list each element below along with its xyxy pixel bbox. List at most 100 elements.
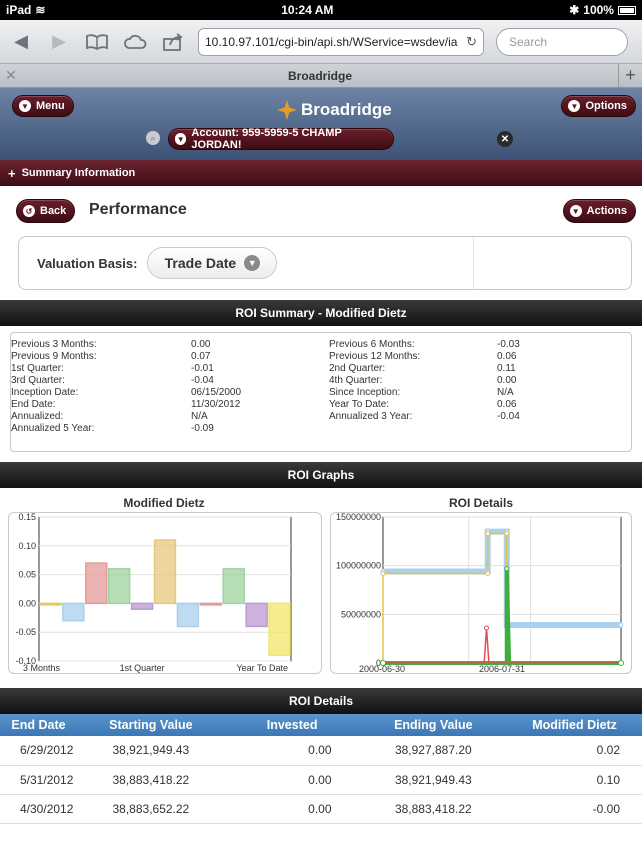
url-text: 10.10.97.101/cgi-bin/api.sh/WService=wsd… (205, 34, 458, 49)
roi-summary-panel: Previous 3 Months: 0.00 Previous 9 Months:… (10, 332, 632, 452)
table-cell: 38,883,652.22 (77, 794, 225, 824)
column-header[interactable]: Starting Value (77, 714, 225, 736)
clear-account-icon[interactable]: ✕ (497, 131, 513, 147)
share-icon[interactable] (160, 30, 186, 54)
status-bar: iPad ≋ 10:24 AM ✱ 100% (0, 0, 642, 20)
y-tick-label: 0.15 (18, 513, 36, 522)
roi-value: 0.06 (497, 351, 517, 362)
roi-summary-header: ROI Summary - Modified Dietz (0, 300, 642, 326)
bar (62, 602, 85, 622)
table-header-row: End Date Starting Value Invested Ending Val… (0, 714, 642, 736)
search-placeholder: Search (509, 34, 548, 49)
bar (107, 568, 131, 605)
cloud-icon[interactable] (122, 30, 148, 54)
actions-button[interactable]: ▼ Actions (562, 199, 636, 223)
forward-arrow-icon[interactable]: ▶ (46, 30, 72, 54)
y-tick-label: 100000000 (336, 561, 381, 571)
column-header[interactable]: Invested (224, 714, 360, 736)
account-label: Account: 959-5959-5 CHAMP JORDAN! (191, 127, 342, 151)
roi-details-svg: 1500000001000000005000000002000-06-30 200… (336, 512, 624, 674)
reload-icon[interactable]: ↻ (466, 34, 477, 50)
roi-value: N/A (191, 411, 208, 422)
summary-information-toggle[interactable]: + Summary Information (0, 160, 642, 186)
valuation-value: Trade Date (164, 255, 237, 271)
roi-value: N/A (497, 387, 514, 398)
roi-label: 3rd Quarter: (11, 375, 65, 386)
address-bar[interactable]: 10.10.97.101/cgi-bin/api.sh/WService=wsd… (198, 27, 484, 56)
column-header[interactable]: End Date (0, 714, 78, 736)
y-tick-label: 150000000 (336, 513, 381, 522)
roi-graphs-header: ROI Graphs (0, 462, 642, 488)
chevron-down-icon: ▼ (175, 133, 187, 145)
roi-value: 0.06 (497, 399, 517, 410)
roi-label: Previous 12 Months: (329, 351, 421, 362)
roi-label: 2nd Quarter: (329, 363, 386, 374)
search-icon[interactable]: ⌕ (146, 131, 160, 145)
roi-value: -0.04 (191, 375, 214, 386)
table-cell: 4/30/2012 (0, 794, 78, 824)
menu-label: Menu (36, 100, 65, 112)
roi-label: Annualized 3 Year: (329, 411, 413, 422)
roi-label: Annualized 5 Year: (11, 423, 95, 434)
search-input[interactable]: Search (496, 27, 628, 56)
table-row[interactable]: 5/31/2012 38,883,418.22 0.00 38,921,949.43 0… (0, 765, 642, 795)
wifi-icon: ≋ (35, 3, 46, 17)
data-point (485, 570, 491, 576)
options-button[interactable]: ▼ Options (561, 95, 636, 117)
bar (153, 539, 177, 605)
roi-value: 0.00 (191, 339, 211, 350)
page-header: ↺ Back Performance ▼ Actions (0, 186, 642, 232)
y-tick-label: 0.10 (18, 541, 36, 551)
account-selector[interactable]: ▼ Account: 959-5959-5 CHAMP JORDAN! (168, 127, 394, 151)
table-cell: 38,927,887.20 (359, 736, 508, 766)
new-tab-icon[interactable]: + (618, 63, 642, 88)
bar (39, 602, 62, 606)
browser-toolbar: ◀ ▶ 10.10.97.101/cgi-bin/api.sh/WService… (0, 20, 642, 64)
table-cell: 6/29/2012 (0, 736, 78, 766)
table-cell: 0.02 (507, 736, 642, 766)
roi-value: 0.00 (497, 375, 517, 386)
table-row[interactable]: 4/30/2012 38,883,652.22 0.00 38,883,418.22-… (0, 794, 642, 824)
roi-label: Previous 6 Months: (329, 339, 415, 350)
bar (176, 602, 200, 628)
roi-label: Inception Date: (11, 387, 79, 398)
back-arrow-icon[interactable]: ◀ (8, 30, 34, 54)
valuation-select[interactable]: Trade Date ▼ (147, 247, 278, 279)
tab-title[interactable]: Broadridge (22, 69, 618, 83)
bookmarks-icon[interactable] (84, 30, 110, 54)
back-button[interactable]: ↺ Back (16, 199, 76, 223)
data-point (618, 622, 624, 628)
x-tick-label: 2000-06-30 (359, 664, 405, 673)
data-point (504, 566, 510, 572)
table-cell: 0.00 (224, 794, 360, 824)
bar (130, 602, 154, 610)
y-tick-label: 0.00 (18, 598, 36, 608)
battery-icon (617, 5, 636, 15)
roi-label: End Date: (11, 399, 56, 410)
chevron-down-icon: ▼ (569, 205, 582, 217)
table-row[interactable]: 6/29/2012 38,921,949.43 0.00 38,927,887.20 0… (0, 736, 642, 766)
modified-dietz-svg: 0.150.100.050.00-0.05-0.103 Months 1st Qu… (15, 512, 292, 673)
menu-button[interactable]: ▼ Menu (12, 95, 74, 117)
valuation-label: Valuation Basis: (37, 255, 138, 271)
close-tab-icon[interactable]: ✕ (0, 67, 22, 84)
actions-label: Actions (586, 205, 627, 217)
table-cell: 5/31/2012 (0, 765, 78, 795)
bar (245, 602, 268, 628)
roi-value: 06/15/2000 (191, 387, 242, 398)
column-header[interactable]: Modified Dietz (507, 714, 642, 736)
table-cell: 0.00 (224, 765, 360, 795)
column-header[interactable]: Ending Value (359, 714, 508, 736)
bluetooth-icon: ✱ (569, 3, 580, 17)
roi-label: Previous 3 Months: (11, 339, 97, 350)
valuation-basis-panel: Valuation Basis: Trade Date ▼ (18, 236, 632, 290)
x-tick-label: Year To Date (236, 663, 288, 673)
table-cell: 38,883,418.22 (77, 765, 225, 795)
data-point (484, 625, 490, 631)
table-cell: -0.00 (507, 794, 642, 824)
roi-label: Previous 9 Months: (11, 351, 97, 362)
roi-label: 1st Quarter: (11, 363, 64, 374)
chevron-down-icon: ▼ (568, 100, 581, 112)
modified-dietz-title: Modified Dietz (123, 496, 205, 510)
roi-label: Year To Date: (329, 399, 390, 410)
